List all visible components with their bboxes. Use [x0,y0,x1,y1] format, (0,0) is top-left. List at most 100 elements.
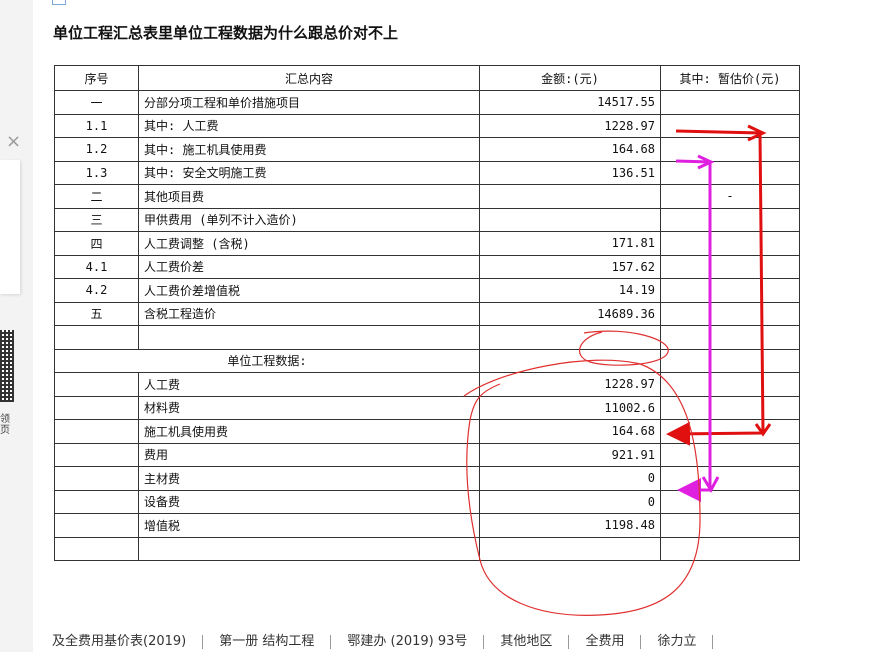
header-no: 序号 [54,65,139,91]
row-no [54,513,139,538]
table-row [54,536,800,561]
page-title: 单位工程汇总表里单位工程数据为什么跟总价对不上 [53,24,399,42]
bottom-tag-link[interactable]: 其他地区 [484,634,570,649]
row-no [54,395,139,420]
row-no [54,372,139,397]
table-row: 二其他项目费 - [54,184,800,209]
row-no [54,466,139,491]
row-no: 4.2 [54,278,139,303]
table-cell [660,536,800,561]
bottom-tag-link[interactable]: 及全费用基价表(2019) [52,634,204,649]
row-desc: 甲供费用 (单列不计入造价) [138,207,480,232]
unit-data-row: 人工费 1228.97 [54,372,800,397]
unit-desc: 费用 [138,442,480,467]
row-amount: 171.81 [479,231,661,256]
row-amount [479,184,661,209]
row-no [54,442,139,467]
row-desc: 人工费调整 (含税) [138,231,480,256]
table-cell [54,536,139,561]
row-desc: 其中: 施工机具使用费 [138,137,480,162]
row-estimate [660,513,800,538]
bottom-tag-link[interactable]: 全费用 [569,634,642,649]
row-estimate [660,113,800,138]
unit-desc: 材料费 [138,395,480,420]
side-float-panel[interactable]: 领 页 [0,160,20,436]
side-panel-text: 领 页 [0,414,10,436]
unit-amount: 0 [479,466,661,491]
unit-desc: 人工费 [138,372,480,397]
table-row [54,325,800,350]
unit-data-row: 设备费 0 [54,489,800,514]
row-desc [138,325,480,350]
header-estimate: 其中: 暂估价(元) [660,65,800,91]
left-gutter [0,0,33,652]
row-amount: 14.19 [479,278,661,303]
unit-desc: 增值税 [138,513,480,538]
row-no: 五 [54,301,139,326]
unit-section-title: 单位工程数据: [54,348,480,373]
row-no: 1.1 [54,113,139,138]
table-cell [479,536,661,561]
unit-desc: 设备费 [138,489,480,514]
row-amount: 14517.55 [479,90,661,115]
row-estimate [660,466,800,491]
table-cell [138,536,480,561]
bookmark-icon [52,0,66,5]
row-estimate [660,90,800,115]
unit-desc: 主材费 [138,466,480,491]
row-no: 1.2 [54,137,139,162]
row-desc: 其中: 人工费 [138,113,480,138]
table-row: 1.3 其中: 安全文明施工费 136.51 [54,160,800,185]
row-no [54,325,139,350]
row-amount: 136.51 [479,160,661,185]
row-no: 1.3 [54,160,139,185]
row-estimate [660,325,800,350]
unit-amount: 1198.48 [479,513,661,538]
row-estimate [660,442,800,467]
row-no: 二 [54,184,139,209]
row-desc: 含税工程造价 [138,301,480,326]
unit-data-row: 主材费 0 [54,466,800,491]
row-estimate [660,419,800,444]
table-cell [660,348,800,373]
table-row: 五含税工程造价 14689.36 [54,301,800,326]
row-amount: 157.62 [479,254,661,279]
unit-data-row: 施工机具使用费 164.68 [54,419,800,444]
table-row: 4.1 人工费价差 157.62 [54,254,800,279]
unit-section-title-row: 单位工程数据: [54,348,800,373]
row-amount: 164.68 [479,137,661,162]
row-no: 4.1 [54,254,139,279]
table-row: 4.2 人工费价差增值税 14.19 [54,278,800,303]
row-estimate [660,372,800,397]
table-row: 四人工费调整 (含税) 171.81 [54,231,800,256]
qr-code-icon [0,330,14,402]
table-cell [479,348,661,373]
table-row: 三甲供费用 (单列不计入造价) [54,207,800,232]
row-no: 一 [54,90,139,115]
row-amount [479,325,661,350]
row-desc: 其他项目费 [138,184,480,209]
unit-amount: 164.68 [479,419,661,444]
unit-desc: 施工机具使用费 [138,419,480,444]
bottom-tag-link[interactable]: 鄂建办 (2019) 93号 [331,634,485,649]
unit-data-row: 材料费 11002.6 [54,395,800,420]
bottom-tag-link[interactable]: 第一册 结构工程 [203,634,332,649]
unit-amount: 11002.6 [479,395,661,420]
summary-table: 序号 汇总内容 金额:(元) 其中: 暂估价(元) 一分部分项工程和单价措施项目… [54,65,800,561]
row-estimate [660,160,800,185]
close-icon[interactable]: × [6,133,21,151]
unit-amount: 1228.97 [479,372,661,397]
table-header-row: 序号 汇总内容 金额:(元) 其中: 暂估价(元) [54,65,800,91]
unit-data-row: 增值税 1198.48 [54,513,800,538]
row-desc: 人工费价差增值税 [138,278,480,303]
row-estimate [660,207,800,232]
header-desc: 汇总内容 [138,65,480,91]
row-amount: 1228.97 [479,113,661,138]
unit-data-row: 费用 921.91 [54,442,800,467]
bottom-tag-link[interactable]: 徐力立 [641,634,714,649]
row-no: 四 [54,231,139,256]
header-amount: 金额:(元) [479,65,661,91]
row-amount [479,207,661,232]
row-estimate [660,395,800,420]
row-estimate [660,278,800,303]
